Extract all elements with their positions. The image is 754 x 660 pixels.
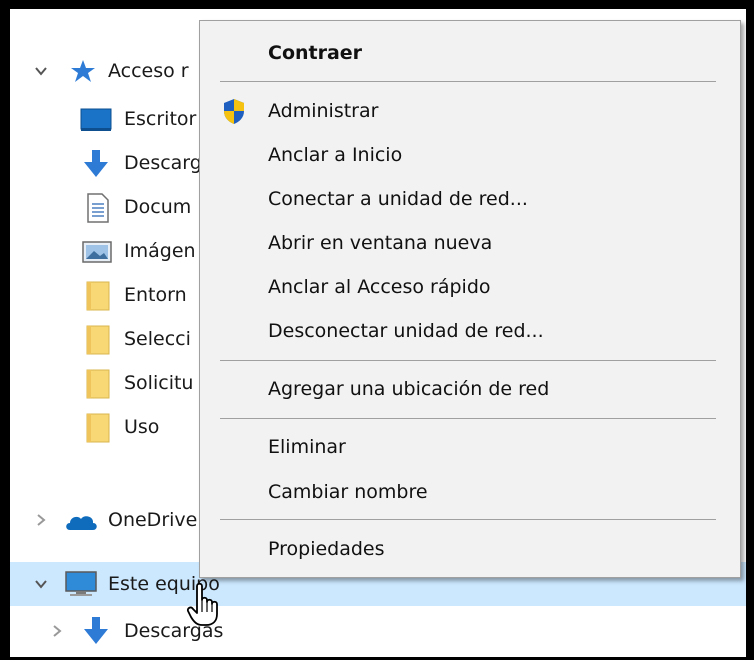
menu-separator: [220, 519, 716, 520]
folder-icon: [86, 281, 110, 311]
chevron-right-icon[interactable]: [50, 624, 64, 638]
menu-item-label: Desconectar unidad de red...: [268, 320, 544, 342]
menu-item-label: Abrir en ventana nueva: [268, 232, 493, 254]
menu-item-label: Cambiar nombre: [268, 481, 428, 503]
menu-item-label: Eliminar: [268, 436, 346, 458]
download-arrow-icon: [84, 617, 108, 644]
tree-item-label: Acceso r: [108, 60, 189, 82]
menu-item-label: Conectar a unidad de red...: [268, 188, 528, 210]
menu-item-label: Agregar una ubicación de red: [268, 378, 550, 400]
tree-item-label: OneDrive: [108, 509, 198, 531]
tree-item-label: Imágen: [124, 240, 196, 262]
tree-item-label: Uso: [124, 416, 160, 438]
menu-item-pin-quick-access[interactable]: Anclar al Acceso rápido: [200, 267, 740, 307]
document-icon: [87, 193, 109, 223]
menu-separator: [220, 81, 716, 82]
chevron-down-icon[interactable]: [34, 64, 48, 78]
menu-item-manage[interactable]: Administrar: [200, 91, 740, 131]
menu-separator: [220, 418, 716, 419]
menu-item-pin-to-start[interactable]: Anclar a Inicio: [200, 135, 740, 175]
download-arrow-icon: [84, 150, 108, 177]
menu-item-add-network-location[interactable]: Agregar una ubicación de red: [200, 369, 740, 409]
desktop-icon: [80, 108, 112, 131]
folder-icon: [86, 413, 110, 443]
menu-item-properties[interactable]: Propiedades: [200, 529, 740, 569]
tree-item-label: Docum: [124, 196, 192, 218]
menu-item-rename[interactable]: Cambiar nombre: [200, 472, 740, 512]
tree-item-downloads-this-pc[interactable]: Descargas: [10, 609, 746, 653]
menu-item-label: Contraer: [268, 42, 363, 64]
tree-item-label: Escritor: [124, 108, 197, 130]
menu-item-disconnect-network-drive[interactable]: Desconectar unidad de red...: [200, 311, 740, 351]
menu-item-label: Propiedades: [268, 538, 385, 560]
folder-icon: [86, 325, 110, 355]
menu-item-open-new-window[interactable]: Abrir en ventana nueva: [200, 223, 740, 263]
menu-item-label: Anclar al Acceso rápido: [268, 276, 491, 298]
hand-pointer-cursor-icon: [186, 583, 218, 626]
star-icon: [71, 60, 95, 82]
tree-item-label: Descarg: [124, 152, 202, 174]
context-menu: Contraer Administrar Anclar a Inicio Con…: [199, 20, 741, 578]
folder-icon: [86, 369, 110, 399]
tree-item-label: Selecci: [124, 328, 191, 350]
uac-shield-icon: [224, 99, 244, 124]
menu-item-label: Administrar: [268, 100, 379, 122]
computer-icon: [65, 571, 97, 596]
cloud-icon: [66, 516, 97, 530]
tree-item-label: Entorn: [124, 284, 187, 306]
menu-item-map-network-drive[interactable]: Conectar a unidad de red...: [200, 179, 740, 219]
tree-item-label: Solicitu: [124, 372, 194, 394]
picture-icon: [82, 241, 112, 263]
menu-item-delete[interactable]: Eliminar: [200, 427, 740, 467]
chevron-down-icon[interactable]: [34, 577, 48, 591]
menu-item-collapse[interactable]: Contraer: [200, 33, 740, 73]
menu-separator: [220, 360, 716, 361]
chevron-right-icon[interactable]: [34, 513, 48, 527]
menu-item-label: Anclar a Inicio: [268, 144, 403, 166]
